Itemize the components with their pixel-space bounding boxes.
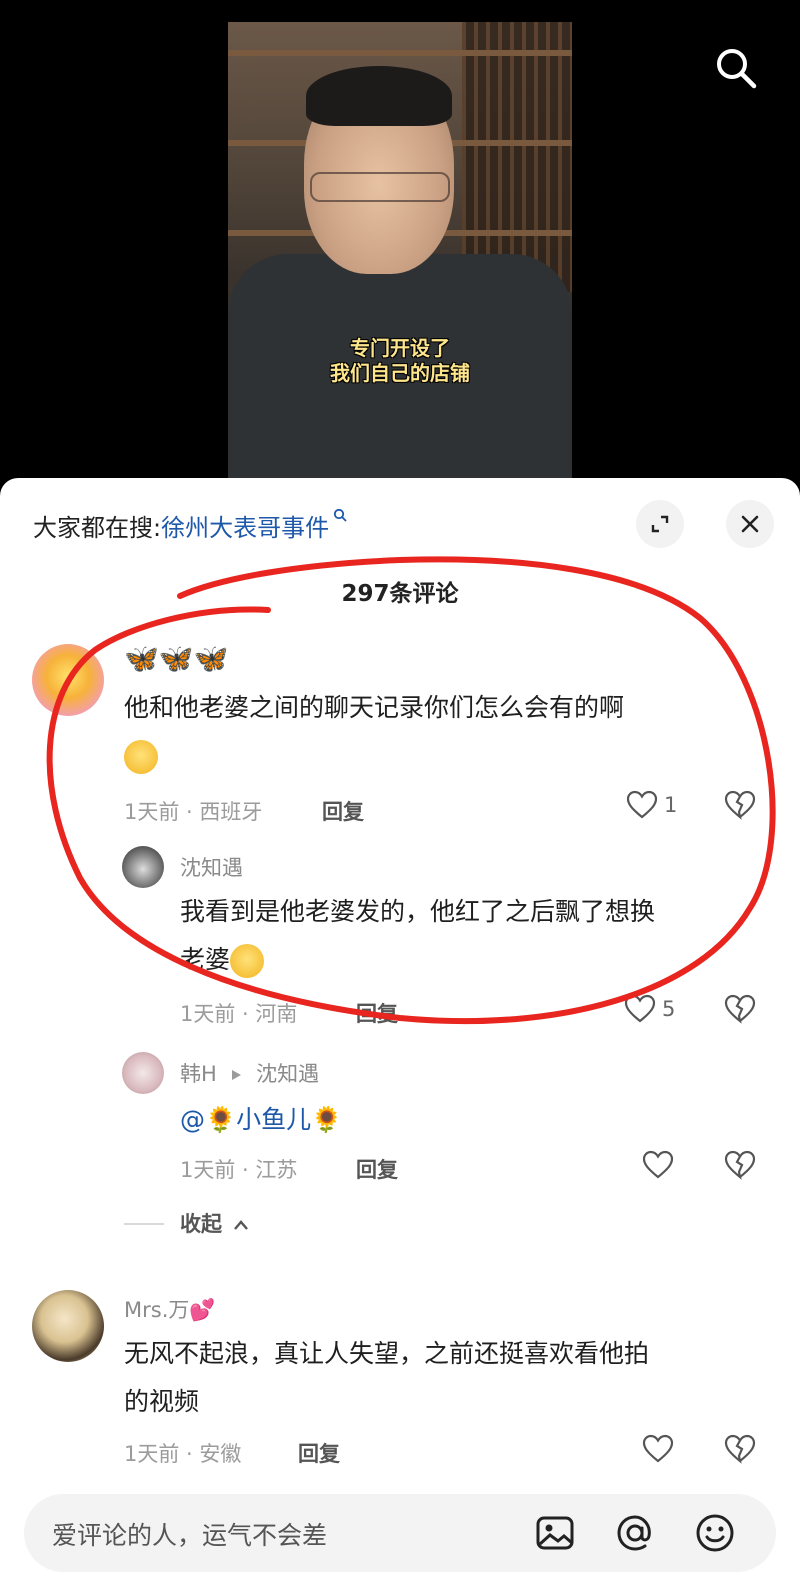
avatar[interactable] (122, 846, 164, 888)
heart-icon[interactable] (642, 1434, 674, 1464)
video-subtitle-line2: 我们自己的店铺 (330, 361, 470, 385)
comment-text-line2: 的视频 (124, 1387, 200, 1416)
comment-username[interactable]: 🦋🦋🦋 (124, 642, 229, 675)
emoji-icon[interactable] (692, 1510, 738, 1556)
comment-text-line1: 无风不起浪，真让人失望，之前还挺喜欢看他拍 (124, 1339, 650, 1368)
reply-button[interactable]: 回复 (322, 796, 364, 826)
search-icon (333, 508, 347, 522)
avatar[interactable] (32, 1290, 104, 1362)
collapse-label: 收起 (180, 1212, 222, 1236)
avatar[interactable] (32, 644, 104, 716)
broken-heart-icon[interactable] (724, 994, 756, 1024)
speaker-glasses (310, 172, 450, 202)
collapse-divider (124, 1223, 164, 1225)
broken-heart-icon[interactable] (724, 1150, 756, 1180)
reply-button[interactable]: 回复 (298, 1438, 340, 1468)
background-shelf (228, 50, 572, 56)
broken-heart-icon[interactable] (724, 1434, 756, 1464)
grinning-sweat-emoji-icon (230, 944, 265, 978)
like-button[interactable]: 5 (624, 994, 675, 1024)
like-button[interactable]: 1 (626, 790, 677, 820)
comment-count: 297条评论 (341, 581, 459, 607)
like-count: 5 (662, 997, 676, 1021)
collapse-replies-button[interactable]: 收起 (180, 1208, 249, 1238)
reply-text-line1: 我看到是他老婆发的，他红了之后飘了想换 (180, 897, 656, 926)
reply-text-line2: 老婆 (180, 945, 231, 974)
reply-header: 韩H 沈知遇 (180, 1058, 319, 1088)
reply-text: 我看到是他老婆发的，他红了之后飘了想换 老婆 (180, 888, 750, 984)
avatar[interactable] (122, 1052, 164, 1094)
comment-text: 他和他老婆之间的聊天记录你们怎么会有的啊 (124, 684, 744, 780)
heart-icon (624, 994, 656, 1023)
close-icon (741, 515, 759, 533)
comment-username[interactable]: Mrs.万💕 (124, 1294, 216, 1324)
search-icon[interactable] (712, 44, 760, 92)
trending-prefix: 大家都在搜: (33, 514, 162, 542)
chevron-up-icon (234, 1220, 249, 1230)
comment-input-placeholder[interactable]: 爱评论的人，运气不会差 (52, 1516, 327, 1552)
screen: 专门开设了 我们自己的店铺 大家都在搜:徐州大表哥事件 297条评论 🦋🦋🦋 他… (0, 0, 800, 1590)
comment-time-location: 1天前 · 西班牙 (124, 800, 263, 824)
video-player[interactable]: 专门开设了 我们自己的店铺 (0, 0, 800, 480)
comment-input-bar[interactable]: 爱评论的人，运气不会差 (24, 1494, 776, 1572)
comment-time-location: 1天前 · 安徽 (124, 1442, 242, 1466)
heart-icon[interactable] (642, 1150, 674, 1180)
broken-heart-icon[interactable] (724, 790, 756, 820)
reply-arrow-icon (232, 1070, 242, 1080)
close-button[interactable] (726, 500, 774, 548)
expand-button[interactable] (636, 500, 684, 548)
background-cabinet (462, 22, 572, 292)
comment-sheet: 大家都在搜:徐州大表哥事件 297条评论 🦋🦋🦋 他和他老婆之间的聊天记录你们怎… (0, 478, 800, 1590)
trending-search[interactable]: 大家都在搜:徐州大表哥事件 (33, 508, 347, 543)
like-count: 1 (664, 793, 678, 817)
reply-button[interactable]: 回复 (356, 998, 398, 1028)
comment-text: 无风不起浪，真让人失望，之前还挺喜欢看他拍 的视频 (124, 1330, 764, 1426)
speaker-hair (306, 66, 452, 126)
heart-icon (626, 790, 658, 819)
reply-username[interactable]: 韩H (180, 1062, 217, 1086)
at-icon[interactable] (612, 1510, 658, 1556)
pleading-emoji-icon (124, 740, 158, 774)
mention-link[interactable]: @🌻小鱼儿🌻 (180, 1100, 342, 1136)
reply-button[interactable]: 回复 (356, 1154, 398, 1184)
video-frame[interactable]: 专门开设了 我们自己的店铺 (228, 22, 572, 480)
image-icon[interactable] (532, 1510, 578, 1556)
trending-keyword[interactable]: 徐州大表哥事件 (161, 514, 329, 542)
comment-text-content: 他和他老婆之间的聊天记录你们怎么会有的啊 (124, 693, 625, 722)
reply-time-location: 1天前 · 河南 (180, 1002, 298, 1026)
reply-time-location: 1天前 · 江苏 (180, 1158, 298, 1182)
reply-to-username[interactable]: 沈知遇 (256, 1062, 319, 1086)
expand-icon (651, 515, 669, 533)
reply-username[interactable]: 沈知遇 (180, 852, 243, 882)
